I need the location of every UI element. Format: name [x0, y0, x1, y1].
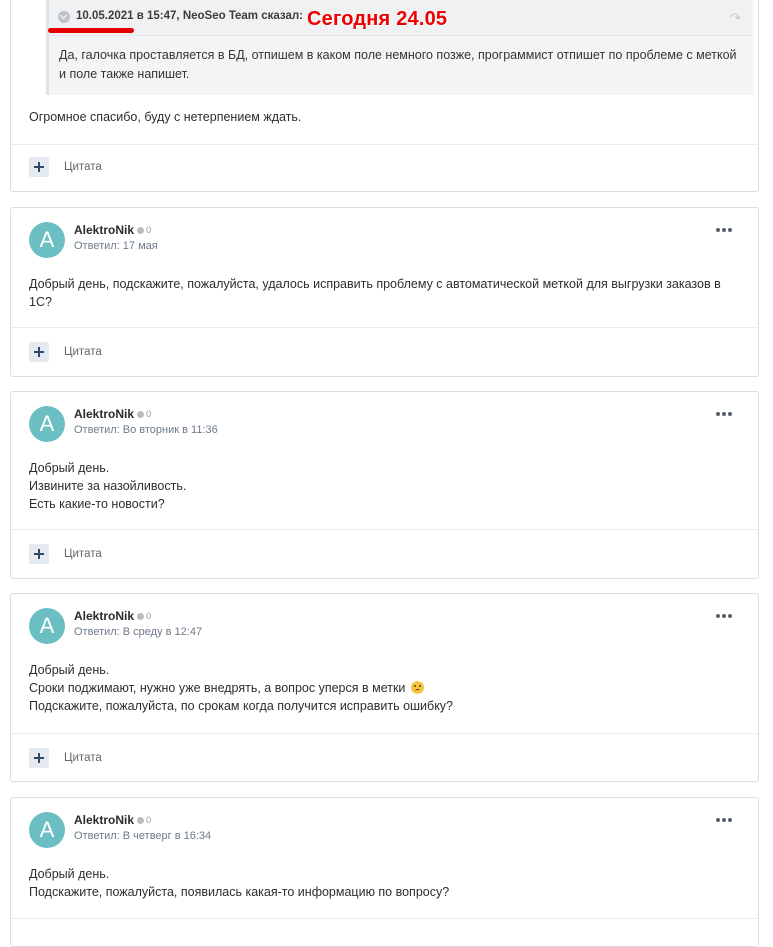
quote-line: Да, галочка проставляется в БД, отпишем …: [59, 48, 737, 62]
reputation-badge: 0: [137, 225, 151, 236]
reputation-icon: [137, 411, 144, 418]
post-card: A AlektroNik 0 Ответил: 17 мая Добрый де…: [10, 207, 759, 377]
post-meta[interactable]: Ответил: В среду в 12:47: [74, 626, 202, 638]
share-arrow-icon[interactable]: ↷: [730, 10, 741, 26]
worried-face-icon: [410, 681, 424, 694]
reputation-count: 0: [146, 409, 152, 420]
add-quote-button[interactable]: [29, 748, 49, 768]
divider: [11, 529, 758, 530]
more-options-icon[interactable]: [716, 818, 732, 822]
quote-label[interactable]: Цитата: [64, 548, 102, 560]
annotation-text: Сегодня 24.05: [307, 8, 448, 30]
more-options-icon[interactable]: [716, 228, 732, 232]
author-name[interactable]: AlektroNik: [74, 609, 134, 623]
quote-line: и поле также напишет.: [59, 67, 190, 81]
quote-label[interactable]: Цитата: [64, 752, 102, 764]
divider: [11, 144, 758, 145]
post-body: Добрый день, подскажите, пожалуйста, уда…: [29, 275, 721, 311]
reputation-count: 0: [146, 815, 152, 826]
post-meta[interactable]: Ответил: Во вторник в 11:36: [74, 424, 218, 436]
post-line: Добрый день.: [29, 867, 110, 881]
reputation-icon: [137, 613, 144, 620]
divider: [11, 733, 758, 734]
post-line: Сроки поджимают, нужно уже внедрять, а в…: [29, 681, 406, 695]
avatar[interactable]: A: [29, 406, 65, 442]
post-meta[interactable]: Ответил: В четверг в 16:34: [74, 830, 211, 842]
post-line-with-emoji: Сроки поджимают, нужно уже внедрять, а в…: [29, 679, 453, 697]
more-options-icon[interactable]: [716, 614, 732, 618]
annotation-underline: [48, 28, 134, 33]
reputation-count: 0: [146, 225, 152, 236]
add-quote-button[interactable]: [29, 342, 49, 362]
chevron-down-icon[interactable]: [58, 11, 70, 23]
divider: [11, 918, 758, 919]
more-options-icon[interactable]: [716, 412, 732, 416]
add-quote-button[interactable]: [29, 157, 49, 177]
post-card: A AlektroNik 0 Ответил: В четверг в 16:3…: [10, 797, 759, 947]
post-card: A AlektroNik 0 Ответил: В среду в 12:47 …: [10, 593, 759, 782]
post-line: Добрый день.: [29, 461, 110, 475]
author-name[interactable]: AlektroNik: [74, 407, 134, 421]
post-meta[interactable]: Ответил: 17 мая: [74, 240, 158, 252]
post-line: Подскажите, пожалуйста, по срокам когда …: [29, 699, 453, 713]
post-body: Добрый день. Подскажите, пожалуйста, поя…: [29, 865, 449, 901]
post-line: Извините за назойливость.: [29, 479, 187, 493]
quote-label[interactable]: Цитата: [64, 346, 102, 358]
post-line: Есть какие-то новости?: [29, 497, 165, 511]
post-line: Добрый день.: [29, 663, 110, 677]
reputation-badge: 0: [137, 611, 151, 622]
avatar[interactable]: A: [29, 222, 65, 258]
post-body: Добрый день. Сроки поджимают, нужно уже …: [29, 661, 453, 715]
reputation-badge: 0: [137, 409, 151, 420]
post-body: Огромное спасибо, буду с нетерпением жда…: [29, 110, 302, 124]
reputation-icon: [137, 227, 144, 234]
add-quote-button[interactable]: [29, 544, 49, 564]
post-line: Добрый день, подскажите, пожалуйста, уда…: [29, 277, 721, 291]
quote-label[interactable]: Цитата: [64, 161, 102, 173]
divider: [11, 327, 758, 328]
avatar[interactable]: A: [29, 812, 65, 848]
avatar[interactable]: A: [29, 608, 65, 644]
author-name[interactable]: AlektroNik: [74, 813, 134, 827]
post-line: 1С?: [29, 295, 52, 309]
post-line: Подскажите, пожалуйста, появилась какая-…: [29, 885, 450, 899]
author-name[interactable]: AlektroNik: [74, 223, 134, 237]
quote-body: Да, галочка проставляется в БД, отпишем …: [59, 46, 739, 84]
reputation-icon: [137, 817, 144, 824]
reputation-count: 0: [146, 611, 152, 622]
post-card: A AlektroNik 0 Ответил: Во вторник в 11:…: [10, 391, 759, 579]
reputation-badge: 0: [137, 815, 151, 826]
quote-citation[interactable]: 10.05.2021 в 15:47, NeoSeo Team сказал:: [76, 10, 303, 22]
post-body: Добрый день. Извините за назойливость. Е…: [29, 459, 186, 513]
